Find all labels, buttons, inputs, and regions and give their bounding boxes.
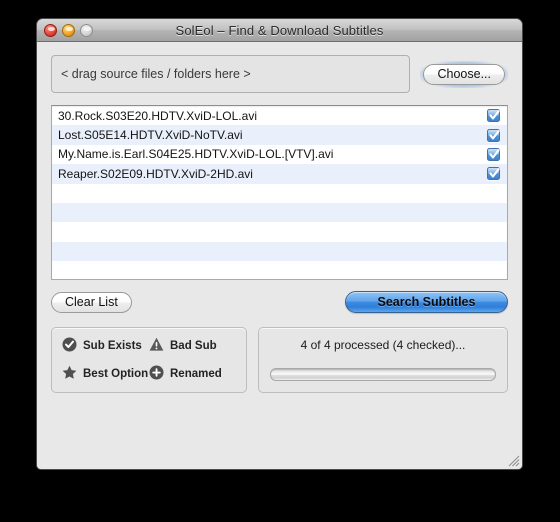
legend-label: Renamed — [170, 368, 222, 380]
legend-label: Bad Sub — [170, 340, 217, 352]
check-circle-icon — [62, 337, 77, 355]
file-name: Reaper.S02E09.HDTV.XviD-2HD.avi — [58, 166, 253, 181]
file-list-empty-row — [52, 202, 507, 223]
file-name: 30.Rock.S03E20.HDTV.XviD-LOL.avi — [58, 108, 257, 123]
choose-button-focus-ring: Choose... — [420, 60, 508, 88]
file-list[interactable]: 30.Rock.S03E20.HDTV.XviD-LOL.avi Lost.S05… — [51, 105, 508, 280]
file-list-empty-row — [52, 261, 507, 279]
file-checkbox[interactable] — [487, 128, 500, 142]
file-list-row[interactable]: My.Name.is.Earl.S04E25.HDTV.XviD-LOL.[VT… — [52, 145, 507, 164]
close-button[interactable] — [44, 24, 57, 37]
warning-triangle-icon — [149, 337, 164, 355]
file-name: Lost.S05E14.HDTV.XviD-NoTV.avi — [58, 128, 243, 143]
minimize-button[interactable] — [62, 24, 75, 37]
file-drop-zone[interactable]: < drag source files / folders here > — [51, 55, 411, 93]
legend-panel: Sub Exists Bad Sub Best Option Renamed — [51, 327, 247, 393]
source-selection-row: < drag source files / folders here > Cho… — [51, 55, 508, 93]
progress-bar — [270, 368, 496, 381]
file-list-row[interactable]: Reaper.S02E09.HDTV.XviD-2HD.avi — [52, 164, 507, 184]
window-title: SolEol – Find & Download Subtitles — [175, 22, 384, 38]
file-list-empty-row — [52, 241, 507, 262]
status-panel: 4 of 4 processed (4 checked)... — [258, 327, 508, 393]
file-list-row[interactable]: 30.Rock.S03E20.HDTV.XviD-LOL.avi — [52, 106, 507, 125]
bottom-panels: Sub Exists Bad Sub Best Option Renamed 4 of… — [51, 327, 508, 393]
star-icon — [62, 365, 77, 383]
application-window: SolEol – Find & Download Subtitles < dra… — [36, 18, 523, 470]
file-list-empty-row — [52, 222, 507, 241]
legend-label: Sub Exists — [83, 340, 142, 352]
resize-grip-icon[interactable] — [506, 453, 520, 467]
legend-item: Sub Exists — [62, 337, 149, 355]
legend-item: Best Option — [62, 365, 149, 383]
file-list-row[interactable]: Lost.S05E14.HDTV.XviD-NoTV.avi — [52, 125, 507, 145]
file-checkbox[interactable] — [487, 167, 500, 181]
plus-circle-icon — [149, 365, 164, 383]
drop-zone-label: < drag source files / folders here > — [61, 67, 251, 81]
file-list-empty-row — [52, 184, 507, 203]
file-checkbox[interactable] — [487, 147, 500, 161]
choose-button[interactable]: Choose... — [423, 63, 505, 85]
clear-list-button[interactable]: Clear List — [51, 291, 132, 313]
window-titlebar: SolEol – Find & Download Subtitles — [37, 19, 522, 42]
status-text: 4 of 4 processed (4 checked)... — [300, 338, 466, 352]
window-controls — [44, 24, 93, 37]
file-name: My.Name.is.Earl.S04E25.HDTV.XviD-LOL.[VT… — [58, 147, 334, 162]
window-content: < drag source files / folders here > Cho… — [37, 42, 522, 469]
legend-label: Best Option — [83, 368, 149, 380]
legend-item: Renamed — [149, 365, 236, 383]
file-checkbox[interactable] — [487, 109, 500, 123]
legend-item: Bad Sub — [149, 337, 236, 355]
search-subtitles-button[interactable]: Search Subtitles — [345, 291, 508, 313]
action-button-row: Clear List Search Subtitles — [51, 291, 508, 313]
zoom-button[interactable] — [80, 24, 93, 37]
